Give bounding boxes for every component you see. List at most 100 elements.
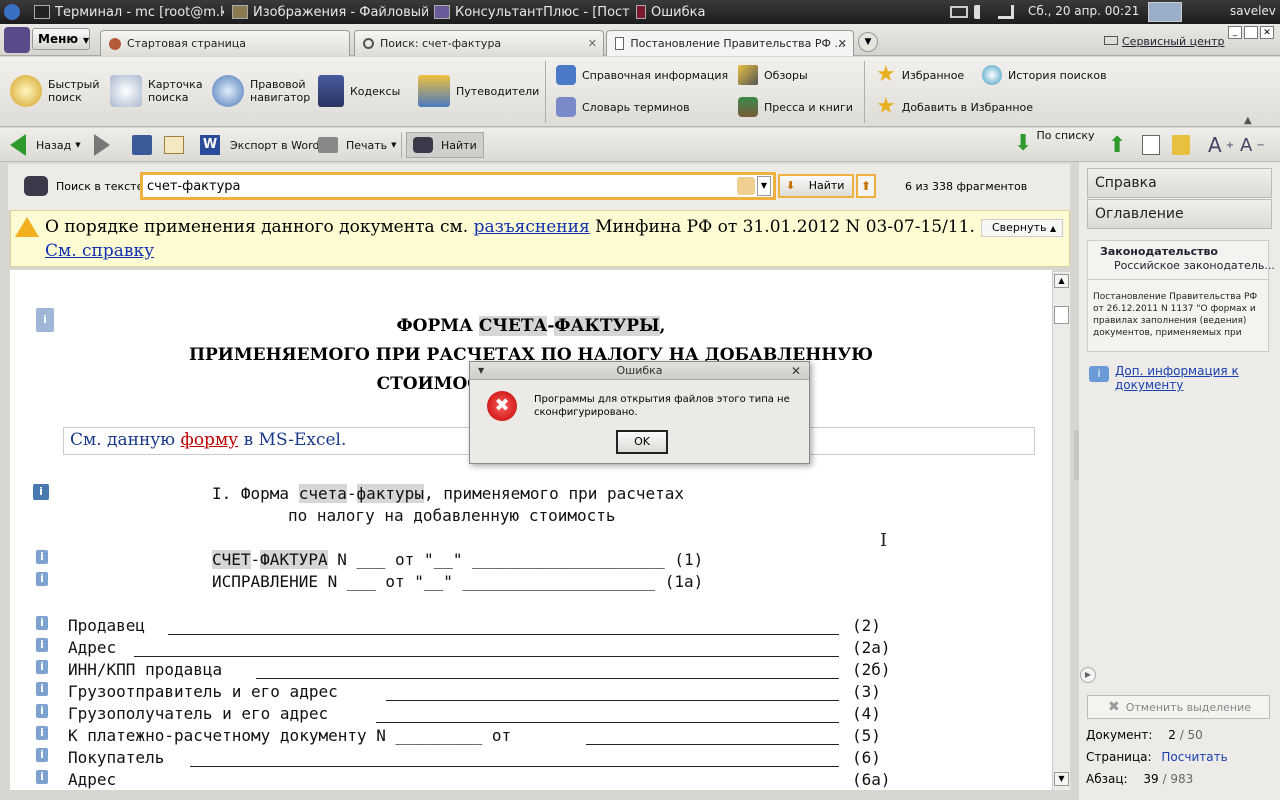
tab-document[interactable]: Постановление Правительства РФ ... ✕ <box>606 30 854 56</box>
fill-line <box>134 656 839 657</box>
legal-navigator-button[interactable]: Правовой навигатор <box>212 75 310 107</box>
clock[interactable]: Сб., 20 апр. 00:21 <box>1028 4 1139 18</box>
info-icon: i <box>1089 366 1109 382</box>
info-icon[interactable]: i <box>36 704 48 718</box>
taskbar-item-consultant[interactable]: КонсультантПлюс - [Поста... <box>434 0 630 24</box>
excel-form-link[interactable]: форму <box>181 430 239 450</box>
scroll-down-button[interactable]: ▼ <box>1054 772 1069 786</box>
field-code: (3) <box>852 682 881 701</box>
info-icon[interactable]: i <box>36 748 48 762</box>
favorites-button[interactable]: ★ Избранное <box>876 64 964 86</box>
forward-button[interactable] <box>94 132 110 158</box>
see-reference-link[interactable]: См. справку <box>45 241 154 261</box>
service-center-link[interactable]: Сервисный центр <box>1104 35 1224 48</box>
glossary-button[interactable]: Словарь терминов <box>556 97 690 117</box>
document-view[interactable]: i ФОРМА СЧЕТА-ФАКТУРЫ, ПРИМЕНЯЕМОГО ПРИ … <box>10 270 1052 790</box>
export-word-button[interactable]: W Экспорт в Word <box>200 132 319 158</box>
dictionary-icon <box>556 97 576 117</box>
info-icon[interactable]: i <box>33 484 49 500</box>
distro-logo-icon[interactable] <box>4 4 20 20</box>
taskbar-item-terminal[interactable]: Терминал - mc [root@m.k... <box>34 0 224 24</box>
clear-selection-button[interactable]: ✖ Отменить выделение <box>1087 695 1270 719</box>
find-button[interactable]: Найти <box>406 132 484 158</box>
dropdown-arrow-icon[interactable]: ▼ <box>757 176 771 196</box>
font-decrease-button[interactable]: A − <box>1240 132 1265 158</box>
info-icon[interactable]: i <box>36 726 48 740</box>
info-icon[interactable]: i <box>36 616 48 630</box>
history-clock-icon <box>982 65 1002 85</box>
next-in-list-button[interactable]: ⬇ По списку <box>1014 129 1095 156</box>
reviews-button[interactable]: Обзоры <box>738 65 808 85</box>
search-input[interactable] <box>147 177 727 196</box>
back-button[interactable]: Назад ▼ <box>10 132 81 158</box>
tab-list-button[interactable]: ▼ <box>858 32 878 52</box>
envelope-icon <box>164 136 184 154</box>
scroll-thumb[interactable] <box>1054 306 1069 324</box>
collapse-button[interactable]: Свернуть ▲ <box>981 219 1063 237</box>
user-avatar[interactable] <box>1148 2 1182 22</box>
arrow-left-icon <box>10 134 26 156</box>
taskbar-item-file-manager[interactable]: Изображения - Файловый... <box>232 0 428 24</box>
reference-button[interactable]: Справочная информация <box>556 65 728 85</box>
binoculars-icon <box>24 176 48 196</box>
legislation-title: Законодательство <box>1100 245 1218 258</box>
ok-button[interactable]: OK <box>616 430 668 454</box>
dialog-menu-icon[interactable]: ▼ <box>478 362 484 380</box>
info-icon[interactable]: i <box>36 550 48 564</box>
search-find-button[interactable]: ⬇ Найти <box>778 174 854 198</box>
add-favorites-button[interactable]: ★ Добавить в Избранное <box>876 96 1033 118</box>
send-mail-button[interactable] <box>164 132 184 158</box>
minimize-button[interactable]: _ <box>1228 26 1242 39</box>
maximize-button[interactable] <box>1244 26 1258 39</box>
ribbon: Быстрый поиск Карточка поиска Правовой н… <box>0 57 1280 127</box>
warning-icon <box>15 217 39 237</box>
info-icon[interactable]: i <box>36 660 48 674</box>
info-book-icon <box>556 65 576 85</box>
print-button[interactable]: Печать ▼ <box>318 132 397 158</box>
volume-icon[interactable] <box>974 5 988 19</box>
close-icon[interactable]: ✕ <box>791 362 801 380</box>
guides-button[interactable]: Путеводители <box>418 75 539 107</box>
tab-start-page[interactable]: Стартовая страница <box>100 30 350 56</box>
codes-button[interactable]: Кодексы <box>318 75 400 107</box>
press-button[interactable]: Пресса и книги <box>738 97 853 117</box>
eraser-icon[interactable] <box>737 177 755 195</box>
signpost-icon <box>418 75 450 107</box>
search-history-button[interactable]: История поисков <box>982 65 1107 85</box>
search-card-button[interactable]: Карточка поиска <box>110 75 203 107</box>
word-icon: W <box>200 135 220 155</box>
tab-search[interactable]: Поиск: счет-фактура ✕ <box>354 30 604 56</box>
document-scrollbar[interactable]: ▲ ▼ <box>1052 272 1070 790</box>
close-window-button[interactable]: ✕ <box>1260 26 1274 39</box>
add-document-button[interactable] <box>1142 132 1160 158</box>
network-icon[interactable] <box>998 5 1014 19</box>
info-icon[interactable]: i <box>36 638 48 652</box>
extra-info-link[interactable]: i Доп. информация к документу <box>1089 364 1269 392</box>
close-icon[interactable]: ✕ <box>838 37 847 50</box>
help-tab[interactable]: Справка <box>1087 168 1272 198</box>
clarification-link[interactable]: разъяснения <box>474 217 590 237</box>
quick-search-button[interactable]: Быстрый поиск <box>10 75 100 107</box>
close-icon[interactable]: ✕ <box>588 37 597 50</box>
taskbar-item-error[interactable]: Ошибка <box>636 0 756 24</box>
font-increase-button[interactable]: A + <box>1208 132 1234 158</box>
remove-bookmark-button[interactable] <box>1172 132 1190 158</box>
field-code: (6а) <box>852 770 891 789</box>
contents-tab[interactable]: Оглавление <box>1087 199 1272 229</box>
info-icon[interactable]: i <box>36 682 48 696</box>
mail-icon[interactable] <box>950 6 968 18</box>
fill-line <box>190 766 839 767</box>
info-icon[interactable]: i <box>36 572 48 586</box>
search-icon <box>363 38 374 49</box>
scroll-up-button[interactable]: ▲ <box>1054 274 1069 288</box>
username[interactable]: savelev <box>1230 4 1276 18</box>
info-icon[interactable]: i <box>36 770 48 784</box>
dialog-titlebar[interactable]: ▼ Ошибка ✕ <box>470 362 809 380</box>
menu-button[interactable]: Меню ▼ <box>32 28 90 50</box>
prev-in-list-button[interactable]: ⬆ <box>1108 132 1126 158</box>
search-prev-button[interactable]: ⬆ <box>856 174 876 198</box>
panel-expand-icon[interactable]: ▶ <box>1080 667 1096 683</box>
count-pages-link[interactable]: Посчитать <box>1161 750 1227 764</box>
collapse-ribbon-icon[interactable]: ▲ <box>1244 115 1252 126</box>
save-button[interactable] <box>132 132 152 158</box>
